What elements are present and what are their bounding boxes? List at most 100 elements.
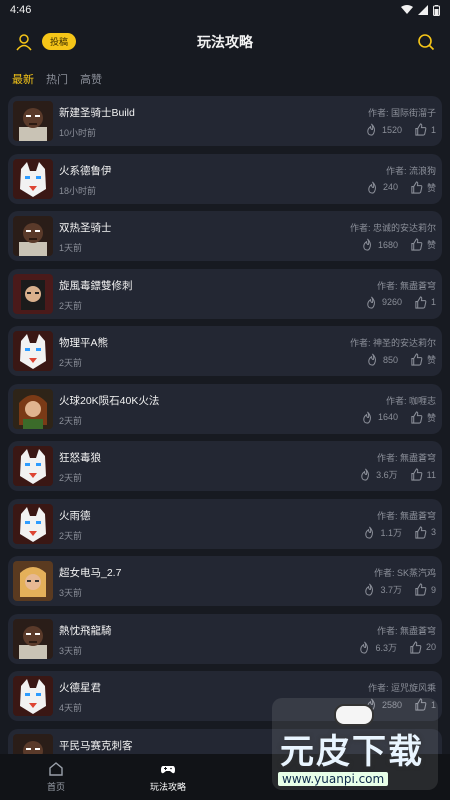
like-thumb-icon[interactable] [409, 640, 422, 654]
guide-card[interactable]: 物理平A熊 2天前 作者: 神圣的安达莉尔 850 赞 [8, 326, 442, 376]
guide-title: 新建圣骑士Build [59, 107, 135, 119]
guide-author: 作者: 咖喱志 [385, 395, 436, 406]
tab-top-liked[interactable]: 高赞 [80, 71, 102, 87]
like-count: 11 [426, 469, 436, 480]
build-avatar-image [13, 446, 53, 486]
build-avatar-image [13, 733, 53, 754]
guide-time: 1天前 [59, 243, 83, 253]
guide-author: 作者: 流浪狗 [385, 165, 436, 176]
guide-stats: 1520 1 [365, 123, 436, 136]
guide-card[interactable]: 双热圣骑士 1天前 作者: 忠诚的安达莉尔 1680 赞 [8, 211, 442, 261]
guide-time: 2天前 [59, 358, 83, 368]
heat-count: 9260 [381, 297, 402, 307]
like-thumb-icon[interactable] [410, 238, 423, 251]
guide-title: 超女电马_2.7 [59, 567, 122, 579]
gamepad-logo-icon [334, 704, 374, 726]
like-count: 20 [425, 642, 436, 652]
guide-time: 10小时前 [59, 128, 97, 138]
like-thumb-icon[interactable] [414, 525, 427, 539]
guide-time: 4天前 [59, 703, 83, 713]
guide-stats: 6.3万 20 [358, 640, 436, 654]
guide-stats: 1640 赞 [361, 410, 436, 424]
guide-author: 作者: 無盡蒼穹 [376, 280, 436, 291]
build-avatar-image [13, 503, 53, 544]
build-avatar-image [13, 158, 53, 199]
heat-count: 3.7万 [380, 585, 402, 595]
guide-title: 火系德鲁伊 [59, 164, 112, 177]
like-thumb-icon[interactable] [414, 583, 427, 596]
guide-time: 2天前 [59, 473, 83, 483]
home-icon [49, 762, 63, 776]
guide-card[interactable]: 火雨德 2天前 作者: 無盡蒼穹 1.1万 3 [8, 498, 442, 549]
guide-card[interactable]: 火球20K陨石40K火法 2天前 作者: 咖喱志 1640 赞 [8, 383, 442, 434]
build-avatar-image [13, 618, 53, 659]
status-time: 4:46 [10, 4, 32, 16]
guide-card[interactable]: 狂怒毒狼 2天前 作者: 無盡蒼穹 3.6万 11 [8, 441, 442, 491]
guide-stats: 1680 赞 [361, 238, 436, 251]
build-avatar-image [13, 101, 53, 141]
guide-card[interactable]: 新建圣骑士Build 10小时前 作者: 国际街溜子 1520 1 [8, 96, 442, 146]
guide-author: 作者: 忠诚的安达莉尔 [349, 223, 436, 233]
heat-flame-icon [365, 526, 374, 539]
user-icon[interactable] [14, 32, 34, 52]
heat-count: 1520 [381, 124, 402, 135]
heat-flame-icon [365, 583, 374, 596]
heat-count: 1.1万 [380, 527, 402, 538]
guide-time: 3天前 [59, 645, 83, 656]
heat-count: 1640 [377, 412, 398, 422]
heat-flame-icon [360, 641, 369, 654]
heat-count: 850 [382, 354, 398, 365]
heat-flame-icon [361, 468, 370, 481]
guide-card[interactable]: 熱忱飛龍騎 3天前 作者: 無盡蒼穹 6.3万 20 [8, 613, 442, 664]
heat-flame-icon [367, 296, 375, 309]
heat-count: 1680 [377, 239, 398, 250]
build-avatar-image [13, 388, 53, 429]
like-thumb-icon[interactable] [410, 353, 423, 366]
tab-hot[interactable]: 热门 [46, 71, 68, 87]
build-avatar-image [13, 561, 53, 601]
page-title: 玩法攻略 [197, 34, 253, 50]
like-thumb-icon[interactable] [414, 123, 427, 136]
guide-card[interactable]: 火系德鲁伊 18小时前 作者: 流浪狗 240 赞 [8, 153, 442, 204]
heat-flame-icon [368, 353, 376, 366]
guide-stats: 850 赞 [366, 353, 436, 366]
system-icons [401, 4, 440, 16]
like-thumb-icon[interactable] [414, 295, 427, 309]
nav-guides-label: 玩法攻略 [149, 782, 186, 792]
guide-author: 作者: SK蒸汽鸡 [373, 568, 436, 578]
build-avatar-image [13, 676, 53, 716]
guide-time: 2天前 [59, 300, 83, 311]
nav-guides[interactable]: 玩法攻略 [112, 754, 224, 800]
like-count: 赞 [426, 412, 436, 423]
like-thumb-icon[interactable] [410, 180, 423, 194]
build-avatar-image [13, 331, 53, 371]
guide-card[interactable]: 旋風毒鏢雙修刺 2天前 作者: 無盡蒼穹 9260 1 [8, 268, 442, 319]
guide-title: 平民马赛克刺客 [59, 739, 133, 752]
like-count: 3 [430, 527, 436, 537]
guide-title: 旋風毒鏢雙修刺 [59, 279, 133, 292]
post-button[interactable]: 投稿 [42, 33, 77, 50]
guide-title: 狂怒毒狼 [59, 452, 101, 464]
nav-home[interactable]: 首页 [0, 754, 112, 800]
watermark: 元皮下载 www.yuanpi.com [272, 698, 438, 790]
guide-title: 火德星君 [59, 682, 101, 694]
like-thumb-icon[interactable] [410, 468, 423, 481]
guide-author: 作者: 神圣的安达莉尔 [349, 338, 436, 348]
guide-title: 熱忱飛龍騎 [59, 624, 112, 637]
status-bar: 4:46 [0, 0, 450, 20]
guide-card[interactable]: 超女电马_2.7 3天前 作者: SK蒸汽鸡 3.7万 9 [8, 556, 442, 606]
heat-flame-icon [363, 238, 371, 251]
top-bar: 投稿 玩法攻略 [0, 20, 450, 64]
guide-author: 作者: 無盡蒼穹 [376, 625, 436, 636]
battery-icon [433, 4, 440, 16]
like-count: 9 [430, 584, 436, 595]
guide-title: 物理平A熊 [59, 337, 109, 349]
tab-latest[interactable]: 最新 [12, 71, 34, 87]
search-icon[interactable] [416, 32, 436, 52]
like-thumb-icon[interactable] [410, 410, 423, 424]
guide-author: 作者: 逗咒旋风乘 [367, 683, 436, 693]
guide-time: 2天前 [59, 415, 83, 426]
build-avatar-image [13, 273, 53, 314]
heat-count: 3.6万 [376, 470, 398, 480]
watermark-url: www.yuanpi.com [278, 772, 389, 786]
